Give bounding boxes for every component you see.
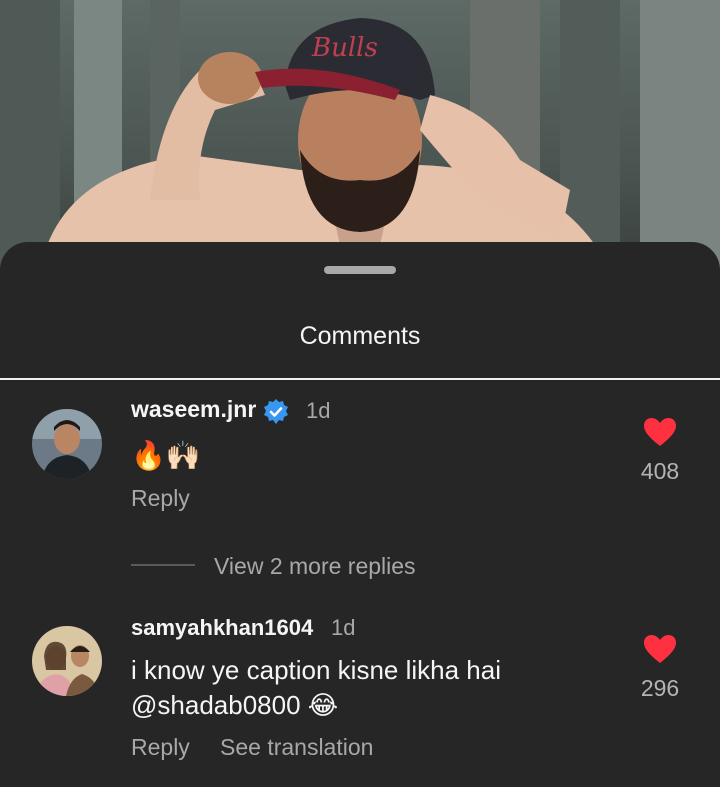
comment-text: 🔥🙌🏻 xyxy=(131,440,201,471)
comment-username[interactable]: waseem.jnr xyxy=(131,396,256,423)
replies-divider xyxy=(131,564,195,566)
heart-icon[interactable] xyxy=(643,634,677,664)
header-divider xyxy=(0,378,720,380)
person-illustration: Bulls xyxy=(40,18,610,270)
drag-handle[interactable] xyxy=(324,266,396,274)
comment-text-line-2: @shadab0800 😂 xyxy=(131,690,339,720)
reply-button[interactable]: Reply xyxy=(131,734,190,761)
comment-time: 1d xyxy=(306,398,331,423)
comments-sheet: Comments waseem.jnr 1d 🔥🙌🏻 Reply 408 Vie… xyxy=(0,242,720,787)
heart-icon[interactable] xyxy=(643,417,677,447)
post-photo-background: Bulls xyxy=(0,0,720,270)
see-translation-button[interactable]: See translation xyxy=(220,734,373,761)
like-count: 408 xyxy=(640,458,680,484)
reply-button[interactable]: Reply xyxy=(131,485,190,512)
verified-badge-icon xyxy=(264,399,288,424)
sheet-title: Comments xyxy=(299,322,421,350)
avatar[interactable] xyxy=(32,409,102,479)
like-count: 296 xyxy=(640,675,680,701)
view-more-replies-button[interactable]: View 2 more replies xyxy=(214,553,416,580)
avatar[interactable] xyxy=(32,626,102,696)
svg-text:Bulls: Bulls xyxy=(311,33,378,63)
comment-username[interactable]: samyahkhan1604 xyxy=(131,615,313,641)
comment-text-line-1: i know ye caption kisne likha hai xyxy=(131,655,501,685)
comment-time: 1d xyxy=(331,615,356,640)
